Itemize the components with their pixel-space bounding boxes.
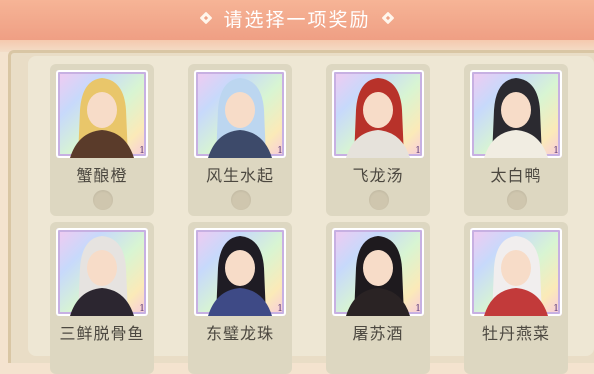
reward-count: 1 <box>277 146 283 156</box>
reward-selection-screen: 请选择一项奖励 1 蟹酿橙 1 风生水起 1 飞龙汤 1 太白鸭 1 三鲜脱骨鱼… <box>0 0 594 374</box>
reward-count: 1 <box>553 304 559 314</box>
reward-name: 蟹酿橙 <box>76 166 128 185</box>
character-art <box>346 78 410 158</box>
reward-name: 太白鸭 <box>490 166 542 185</box>
reward-count: 1 <box>277 304 283 314</box>
header-title: 请选择一项奖励 <box>223 8 371 31</box>
sparkle-icon <box>199 11 213 25</box>
reward-count: 1 <box>139 304 145 314</box>
character-art <box>346 236 410 316</box>
reward-radio-button[interactable] <box>507 190 527 210</box>
reward-name: 牡丹燕菜 <box>481 324 550 343</box>
reward-name: 飞龙汤 <box>352 166 404 185</box>
reward-radio-button[interactable] <box>93 190 113 210</box>
character-art <box>484 78 548 158</box>
sparkle-icon <box>381 11 395 25</box>
character-portrait: 1 <box>194 70 286 158</box>
reward-card[interactable]: 1 三鲜脱骨鱼 <box>50 222 154 374</box>
reward-count: 1 <box>553 146 559 156</box>
character-portrait: 1 <box>332 70 424 158</box>
reward-radio-button[interactable] <box>369 190 389 210</box>
reward-card[interactable]: 1 风生水起 <box>188 64 292 216</box>
character-portrait: 1 <box>470 228 562 316</box>
header-banner: 请选择一项奖励 <box>0 0 594 40</box>
reward-radio-button[interactable] <box>231 190 251 210</box>
reward-card[interactable]: 1 东璧龙珠 <box>188 222 292 374</box>
character-portrait: 1 <box>56 228 148 316</box>
reward-card[interactable]: 1 飞龙汤 <box>326 64 430 216</box>
reward-card[interactable]: 1 屠苏酒 <box>326 222 430 374</box>
character-portrait: 1 <box>56 70 148 158</box>
reward-count: 1 <box>139 146 145 156</box>
reward-card[interactable]: 1 太白鸭 <box>464 64 568 216</box>
reward-count: 1 <box>415 304 421 314</box>
reward-name: 风生水起 <box>205 166 274 185</box>
reward-count: 1 <box>415 146 421 156</box>
reward-name: 东璧龙珠 <box>205 324 274 343</box>
reward-name: 屠苏酒 <box>352 324 404 343</box>
reward-card[interactable]: 1 牡丹燕菜 <box>464 222 568 374</box>
reward-card[interactable]: 1 蟹酿橙 <box>50 64 154 216</box>
character-art <box>70 236 134 316</box>
character-art <box>208 78 272 158</box>
character-portrait: 1 <box>332 228 424 316</box>
character-art <box>70 78 134 158</box>
character-portrait: 1 <box>194 228 286 316</box>
reward-name: 三鲜脱骨鱼 <box>59 324 145 343</box>
character-art <box>484 236 548 316</box>
character-art <box>208 236 272 316</box>
character-portrait: 1 <box>470 70 562 158</box>
